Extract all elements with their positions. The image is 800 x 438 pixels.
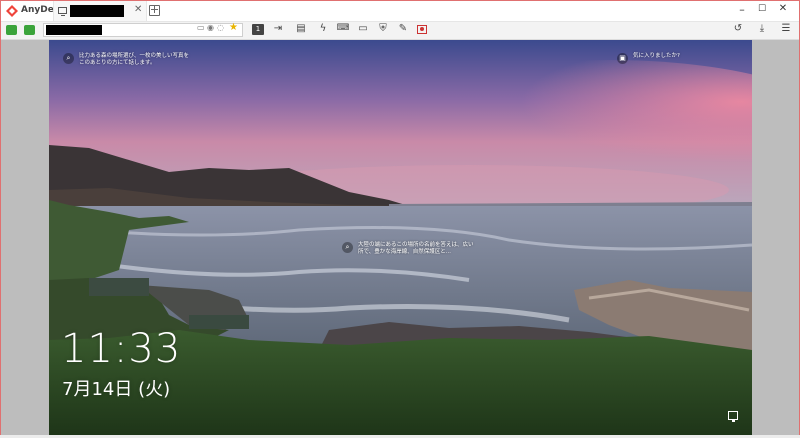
whiteboard-pen-icon[interactable]: ✎ <box>396 23 410 34</box>
permissions-icon[interactable] <box>24 25 35 35</box>
remote-desktop-view[interactable]: ⌕ 比力ある森の場所選び、一枚の美しい写真をこのあとりの方にて話します。 ▣ 気… <box>49 40 752 436</box>
maximize-button[interactable]: ☐ <box>755 4 769 14</box>
spotlight-info-text: 比力ある森の場所選び、一枚の美しい写真をこのあとりの方にて話します。 <box>79 53 190 66</box>
address-redacted <box>46 25 102 35</box>
menu-icon[interactable]: ☰ <box>779 23 793 34</box>
file-transfer-icon[interactable]: ⇥ <box>271 23 285 34</box>
spotlight-center-text: 大陸の端にあるこの場所の名前を答えは、広い所で、豊かな海岸線、自然保護区と... <box>358 242 474 255</box>
history-icon[interactable]: ↺ <box>731 23 745 34</box>
record-icon[interactable] <box>417 25 427 34</box>
anydesk-logo-icon <box>6 5 18 17</box>
lockscreen-date: 7月14日 (火) <box>62 379 171 400</box>
audio-small-icon[interactable]: ◉ <box>207 23 214 32</box>
actions-lightning-icon[interactable]: ϟ <box>316 23 330 34</box>
spotlight-like-text: 気に入りましたか? <box>633 53 680 59</box>
session-tab[interactable]: ✕ <box>53 1 147 21</box>
display-select-button[interactable]: 1 <box>252 24 264 35</box>
spotlight-like-prompt[interactable]: ▣ 気に入りましたか? <box>617 53 680 64</box>
mouse-small-icon[interactable]: ◌ <box>217 23 224 32</box>
session-toolbar: ▭ ◉ ◌ ★ 1 ⇥ ▤ ϟ ⌨ ▭ ⛨ ✎ ↺ ⤓ ☰ <box>1 22 799 40</box>
keyboard-small-icon[interactable]: ▭ <box>197 23 205 32</box>
chat-icon[interactable]: ▤ <box>294 23 308 34</box>
permissions-shield-icon[interactable]: ⛨ <box>376 23 390 34</box>
keyboard-icon[interactable]: ⌨ <box>336 23 350 33</box>
title-bar: AnyDesk ✕ – ☐ ✕ <box>1 1 799 22</box>
display-icon[interactable]: ▭ <box>356 23 370 34</box>
anydesk-window: AnyDesk ✕ – ☐ ✕ ▭ ◉ ◌ ★ 1 ⇥ ▤ ϟ ⌨ ▭ ⛨ ✎ … <box>0 0 800 438</box>
spotlight-info-top-left[interactable]: ⌕ 比力ある森の場所選び、一枚の美しい写真をこのあとりの方にて話します。 <box>63 53 191 67</box>
search-icon: ⌕ <box>342 242 353 253</box>
camera-icon: ▣ <box>617 53 628 64</box>
session-name-redacted <box>70 5 124 17</box>
download-icon[interactable]: ⤓ <box>755 23 769 34</box>
minimize-button[interactable]: – <box>735 3 749 16</box>
connection-status-icon[interactable] <box>6 25 17 35</box>
tab-close-icon[interactable]: ✕ <box>134 4 142 15</box>
favorite-star-icon[interactable]: ★ <box>229 22 238 33</box>
close-button[interactable]: ✕ <box>776 3 790 14</box>
new-tab-icon[interactable] <box>149 5 160 16</box>
search-icon: ⌕ <box>63 53 74 64</box>
monitor-icon <box>58 7 67 16</box>
lockscreen-time: 11:33 <box>61 326 182 372</box>
spotlight-info-center[interactable]: ⌕ 大陸の端にあるこの場所の名前を答えは、広い所で、豊かな海岸線、自然保護区と.… <box>342 242 478 256</box>
network-icon[interactable] <box>728 411 738 422</box>
